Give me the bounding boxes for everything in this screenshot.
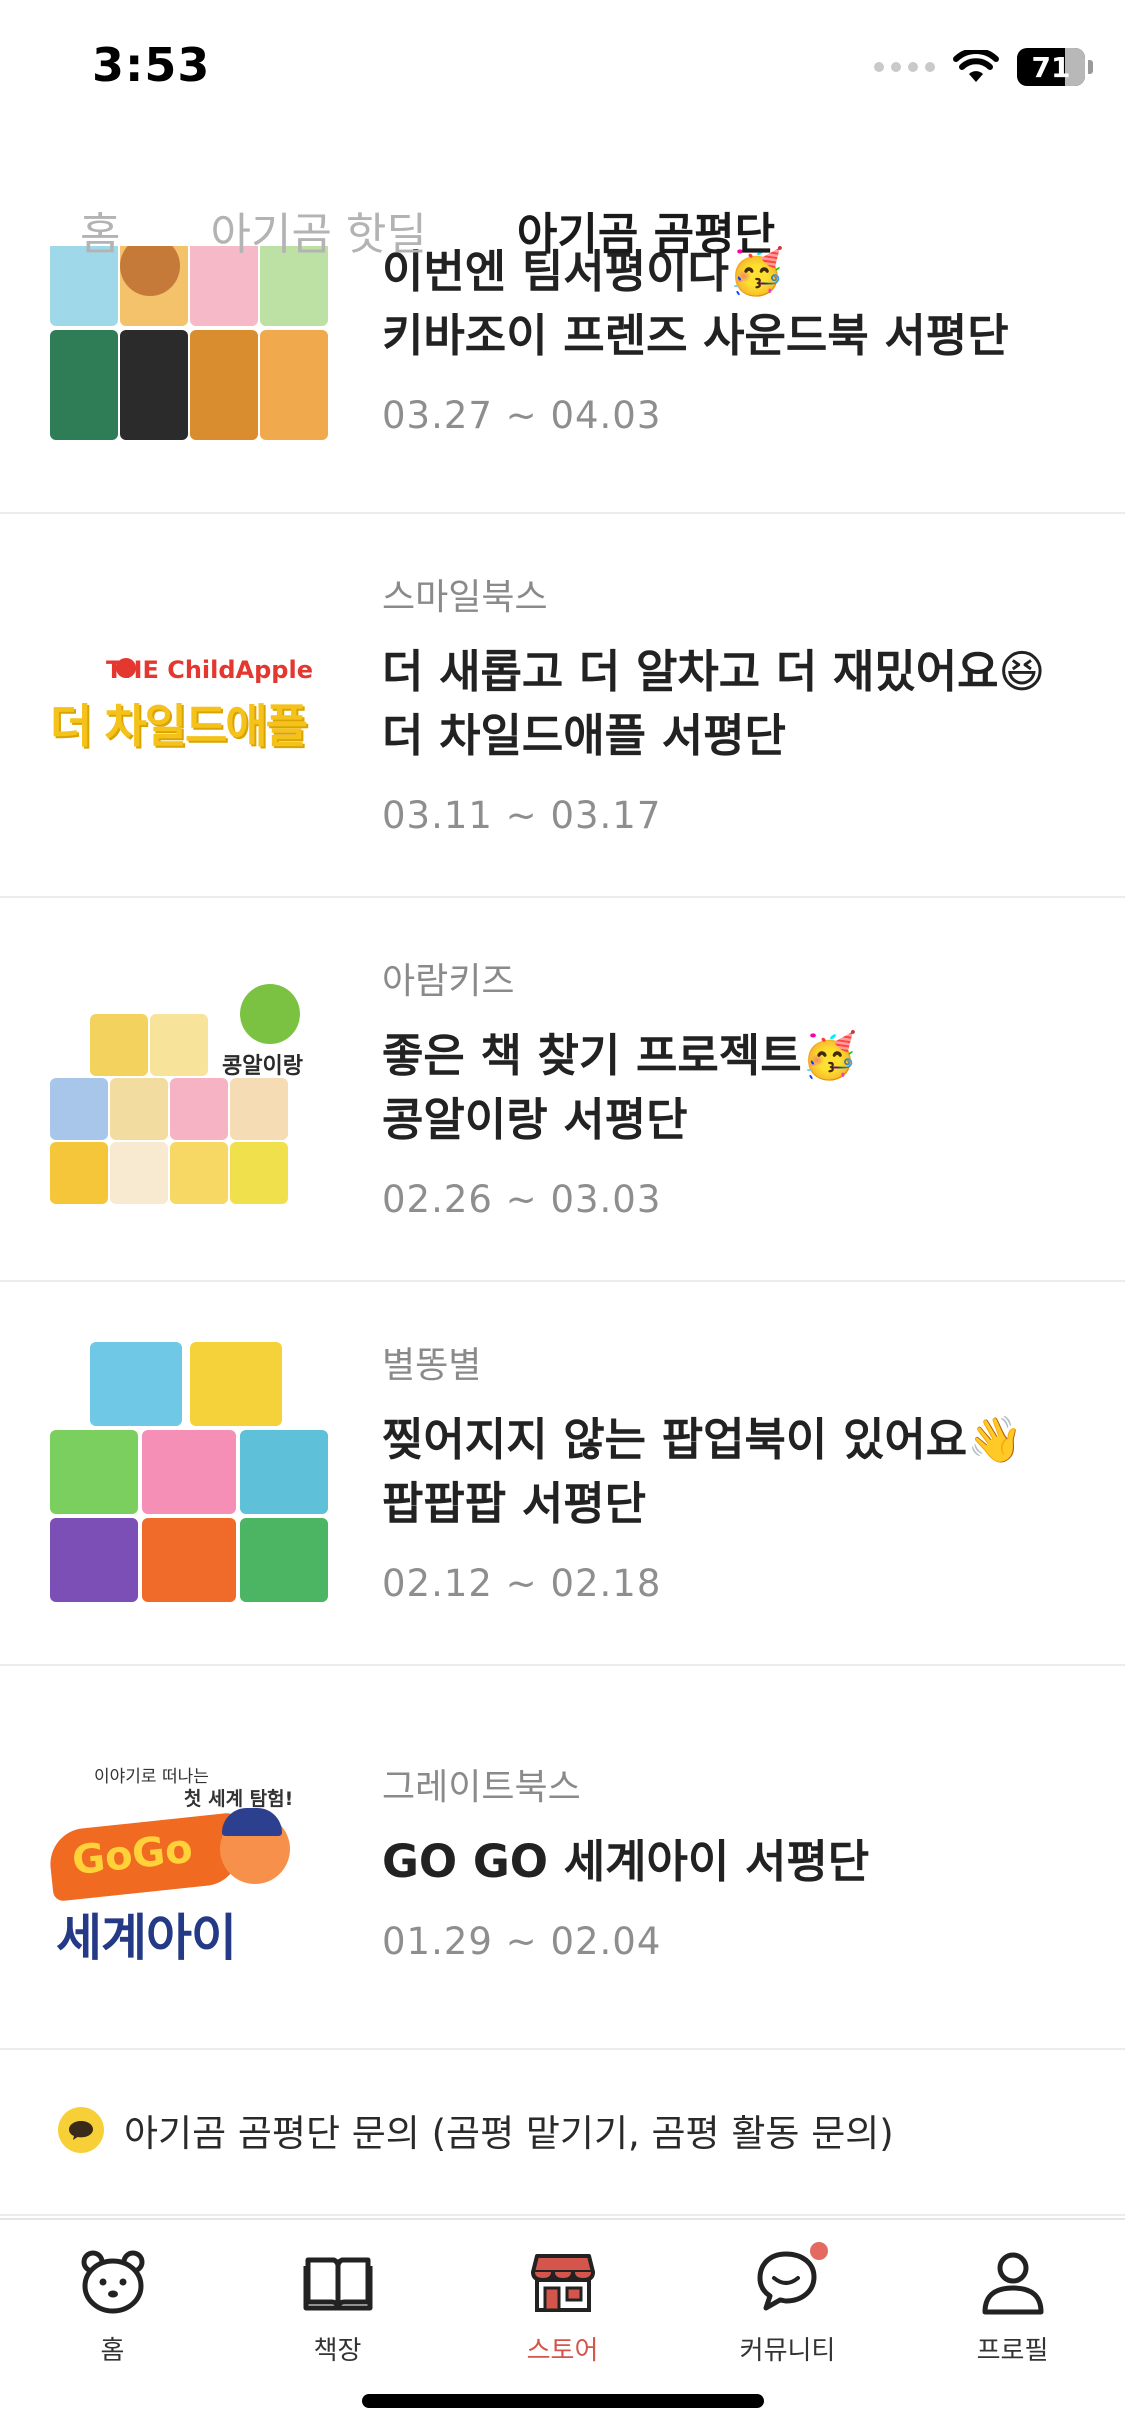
cellular-signal-icon (874, 62, 935, 72)
item-date: 01.29 ~ 02.04 (382, 1920, 662, 1963)
brand-logo: THE ChildApple 더 차일드애플 (50, 594, 330, 824)
item-title-line2: 팝팝팝 서평단 (382, 1477, 647, 1530)
item-publisher: 아람키즈 (382, 961, 515, 1002)
item-title-line1: 더 새롭고 더 알차고 더 재밌어요😆 (382, 645, 1046, 698)
nav-profile[interactable]: 프로필 (900, 2220, 1125, 2436)
book-icon (303, 2257, 372, 2311)
list-item[interactable]: 이번엔 팀서평이다🥳 키바조이 프렌즈 사운드북 서평단 03.27 ~ 04.… (0, 246, 1125, 514)
status-time: 3:53 (92, 38, 211, 92)
nav-label: 홈 (100, 2336, 125, 2366)
book-set-thumbnail (50, 1342, 330, 1612)
item-date: 03.11 ~ 03.17 (382, 794, 662, 837)
nav-label: 프로필 (976, 2336, 1049, 2366)
tab-home[interactable]: 홈 (80, 198, 120, 262)
logo-main-text: 세계아이 (56, 1909, 237, 1967)
item-title-line2: 키바조이 프렌즈 사운드북 서평단 (382, 309, 1009, 362)
logo-small-text: THE ChildApple (106, 656, 313, 684)
logo-top-text-2: 첫 세계 탐험! (184, 1788, 294, 1810)
tab-hot-deal[interactable]: 아기곰 핫딜 (210, 198, 426, 262)
book-set-thumbnail: 콩알이랑 (50, 984, 330, 1214)
item-publisher: 스마일북스 (382, 577, 548, 618)
profile-icon (982, 2252, 1043, 2315)
review-group-list: 이번엔 팀서평이다🥳 키바조이 프렌즈 사운드북 서평단 03.27 ~ 04.… (0, 246, 1125, 2050)
tab-review-group[interactable]: 아기곰 곰평단 (517, 198, 775, 262)
inquiry-link[interactable]: 아기곰 곰평단 문의 (곰평 맡기기, 곰평 활동 문의) (0, 2046, 1125, 2216)
logo-big-text: 더 차일드애플 (50, 699, 308, 753)
list-item[interactable]: 이야기로 떠나는 첫 세계 탐험! GoGo 세계아이 그레이트북스 GO GO… (0, 1666, 1125, 2050)
item-date: 02.26 ~ 03.03 (382, 1178, 662, 1221)
kakao-chat-icon (58, 2107, 104, 2153)
battery-icon: 71 (1017, 48, 1093, 86)
item-title-line2: 더 차일드애플 서평단 (382, 709, 786, 762)
bear-icon (81, 2250, 144, 2314)
item-publisher: 별똥별 (382, 1345, 482, 1386)
nav-label: 책장 (313, 2336, 362, 2366)
list-item[interactable]: 별똥별 찢어지지 않는 팝업북이 있어요👋 팝팝팝 서평단 02.12 ~ 02… (0, 1282, 1125, 1666)
wifi-icon (953, 50, 999, 82)
status-indicators: 71 (874, 48, 1093, 86)
item-title-line2: 콩알이랑 서평단 (382, 1093, 688, 1146)
item-date: 02.12 ~ 02.18 (382, 1562, 662, 1605)
item-title-line1: 좋은 책 찾기 프로젝트🥳 (382, 1029, 858, 1082)
nav-label: 커뮤니티 (739, 2336, 836, 2366)
item-title-line1: 찢어지지 않는 팝업북이 있어요👋 (382, 1413, 1024, 1466)
item-publisher: 그레이트북스 (382, 1767, 581, 1808)
store-icon (530, 2254, 595, 2312)
logo-text: 콩알이랑 (222, 1054, 303, 1079)
brand-logo: 이야기로 떠나는 첫 세계 탐험! GoGo 세계아이 (46, 1762, 330, 1967)
list-item[interactable]: 콩알이랑 아람키즈 좋은 책 찾기 프로젝트🥳 콩알이랑 서평단 02.26 ~… (0, 898, 1125, 1282)
item-title-line1: GO GO 세계아이 서평단 (382, 1835, 870, 1888)
inquiry-text: 아기곰 곰평단 문의 (곰평 맡기기, 곰평 활동 문의) (124, 2112, 894, 2155)
list-item[interactable]: THE ChildApple 더 차일드애플 스마일북스 더 새롭고 더 알차고… (0, 514, 1125, 898)
nav-label: 스토어 (526, 2336, 599, 2366)
top-tab-bar: 홈 아기곰 핫딜 아기곰 곰평단 (0, 180, 1125, 280)
battery-percent: 71 (1031, 50, 1071, 84)
nav-home[interactable]: 홈 (0, 2220, 225, 2436)
home-indicator[interactable] (362, 2394, 764, 2408)
item-date: 03.27 ~ 04.03 (382, 394, 662, 437)
notification-badge (810, 2242, 828, 2260)
status-bar: 3:53 71 (0, 0, 1125, 140)
